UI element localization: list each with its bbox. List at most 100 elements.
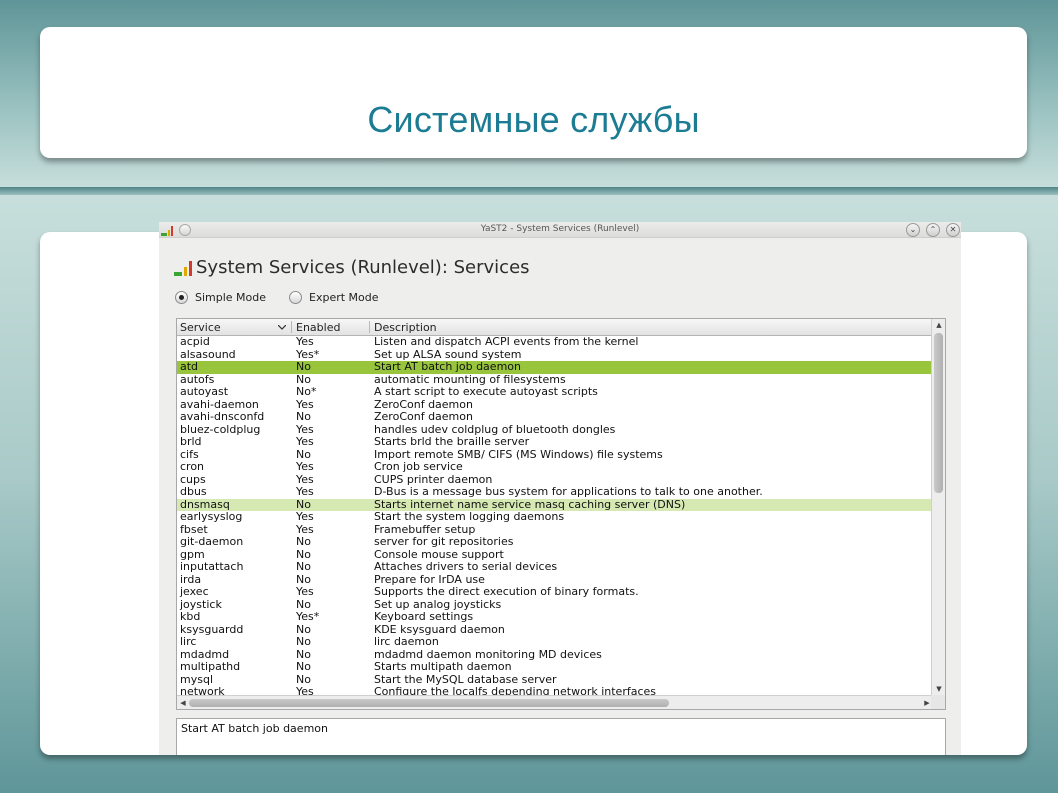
scroll-down-arrow-icon[interactable]: ▼ — [932, 683, 945, 695]
chevron-up-icon: ⌃ — [929, 225, 937, 234]
enabled-cell: Yes — [296, 336, 314, 348]
table-row[interactable]: multipathd No Starts multipath daemon — [177, 660, 933, 674]
description-cell: Configure the localfs depending network … — [374, 685, 657, 695]
dialog-heading: System Services (Runlevel): Services — [196, 257, 530, 278]
service-name-cell: multipathd — [180, 660, 241, 673]
table-row[interactable]: dbus Yes D-Bus is a message bus system for… — [177, 485, 933, 499]
enabled-cell: Yes* — [296, 610, 320, 623]
description-cell: ZeroConf daemon — [374, 410, 473, 423]
service-name-cell: avahi-dnsconfd — [180, 410, 265, 423]
column-header-enabled[interactable]: Enabled — [296, 321, 340, 334]
service-name-cell: kbd — [180, 610, 201, 623]
table-row[interactable]: network Yes Configure the localfs dependin… — [177, 685, 933, 695]
window-title: YaST2 - System Services (Runlevel) — [480, 224, 640, 234]
service-name-cell: network — [180, 685, 225, 695]
services-table[interactable]: Service Enabled Description acpid Yes List… — [176, 318, 946, 710]
service-name-cell: atd — [180, 360, 199, 373]
column-header-service[interactable]: Service — [180, 321, 221, 334]
yast-header-logo-icon — [174, 261, 192, 276]
table-row[interactable]: kbd Yes* Keyboard settings — [177, 610, 933, 624]
minimize-button[interactable]: ⌄ — [906, 223, 920, 237]
service-name-cell: git-daemon — [180, 535, 244, 548]
scroll-up-arrow-icon[interactable]: ▲ — [932, 319, 945, 331]
vertical-scrollbar[interactable]: ▲ ▼ — [931, 319, 945, 695]
enabled-cell: Yes — [296, 510, 314, 523]
table-row[interactable]: ksysguardd No KDE ksysguard daemon — [177, 623, 933, 637]
table-row[interactable]: brld Yes Starts brld the braille server — [177, 435, 933, 449]
description-cell: Listen and dispatch ACPI events from the… — [374, 336, 639, 348]
table-row[interactable]: alsasound Yes* Set up ALSA sound system — [177, 348, 933, 362]
description-cell: D-Bus is a message bus system for applic… — [374, 485, 763, 498]
service-name-cell: brld — [180, 435, 202, 448]
table-row[interactable]: jexec Yes Supports the direct execution of… — [177, 585, 933, 599]
slide-title-card: Системные службы — [40, 27, 1027, 158]
service-name-cell: cron — [180, 460, 205, 473]
description-cell: lirc daemon — [374, 635, 439, 648]
description-cell: Supports the direct execution of binary … — [374, 585, 639, 598]
service-name-cell: inputattach — [180, 560, 244, 573]
table-row[interactable]: cron Yes Cron job service — [177, 460, 933, 474]
scroll-left-arrow-icon[interactable]: ◀ — [177, 696, 189, 709]
radio-unchecked-icon — [289, 291, 302, 304]
table-header: Service Enabled Description — [177, 319, 933, 336]
horizontal-scroll-thumb[interactable] — [189, 699, 669, 707]
table-row[interactable]: acpid Yes Listen and dispatch ACPI events … — [177, 336, 933, 349]
table-row[interactable]: atd No Start AT batch job daemon — [177, 360, 933, 374]
yast-window: YaST2 - System Services (Runlevel) ⌄ ⌃ ✕… — [159, 222, 961, 755]
table-row[interactable]: inputattach No Attaches drivers to serial … — [177, 560, 933, 574]
description-cell: Start the system logging daemons — [374, 510, 565, 523]
expert-mode-radio[interactable]: Expert Mode — [289, 291, 379, 304]
slide-divider — [0, 187, 1058, 195]
enabled-cell: Yes — [296, 585, 314, 598]
service-description-text: Start AT batch job daemon — [181, 722, 328, 735]
maximize-button[interactable]: ⌃ — [926, 223, 940, 237]
table-row[interactable]: bluez-coldplug Yes handles udev coldplug o… — [177, 423, 933, 437]
service-name-cell: autoyast — [180, 385, 229, 398]
table-row[interactable]: cifs No Import remote SMB/ CIFS (MS Window… — [177, 448, 933, 462]
service-name-cell: earlysyslog — [180, 510, 243, 523]
close-icon: ✕ — [949, 225, 957, 234]
expert-mode-label: Expert Mode — [309, 291, 379, 304]
enabled-cell: Yes — [296, 460, 314, 473]
column-divider[interactable] — [369, 321, 370, 333]
description-cell: Cron job service — [374, 460, 463, 473]
table-row[interactable]: avahi-daemon Yes ZeroConf daemon — [177, 398, 933, 412]
chevron-down-icon: ⌄ — [909, 225, 917, 234]
radio-checked-icon — [175, 291, 188, 304]
enabled-cell: No — [296, 635, 311, 648]
enabled-cell: Yes — [296, 685, 314, 695]
table-row[interactable]: mdadmd No mdadmd daemon monitoring MD devi… — [177, 648, 933, 662]
simple-mode-radio[interactable]: Simple Mode — [175, 291, 266, 304]
table-row[interactable]: fbset Yes Framebuffer setup — [177, 523, 933, 537]
horizontal-scrollbar[interactable]: ◀ ▶ — [177, 695, 933, 709]
close-button[interactable]: ✕ — [946, 223, 960, 237]
service-name-cell: dbus — [180, 485, 207, 498]
enabled-cell: Yes — [296, 435, 314, 448]
sort-chevron-down-icon — [278, 325, 286, 330]
service-name-cell: lirc — [180, 635, 197, 648]
table-body: acpid Yes Listen and dispatch ACPI events … — [177, 336, 933, 695]
description-cell: A start script to execute autoyast scrip… — [374, 385, 598, 398]
description-cell: Starts multipath daemon — [374, 660, 512, 673]
enabled-cell: No* — [296, 385, 317, 398]
table-row[interactable]: git-daemon No server for git repositories — [177, 535, 933, 549]
enabled-cell: No — [296, 535, 311, 548]
vertical-scroll-thumb[interactable] — [934, 333, 943, 493]
table-row[interactable]: joystick No Set up analog joysticks — [177, 598, 933, 612]
simple-mode-label: Simple Mode — [195, 291, 267, 304]
column-divider[interactable] — [291, 321, 292, 333]
enabled-cell: No — [296, 560, 311, 573]
enabled-cell: Yes — [296, 485, 314, 498]
table-row[interactable]: earlysyslog Yes Start the system logging d… — [177, 510, 933, 524]
column-header-description[interactable]: Description — [374, 321, 437, 334]
table-row[interactable]: autoyast No* A start script to execute aut… — [177, 385, 933, 399]
table-row[interactable]: avahi-dnsconfd No ZeroConf daemon — [177, 410, 933, 424]
service-description-box: Start AT batch job daemon — [176, 718, 946, 755]
enabled-cell: No — [296, 660, 311, 673]
description-cell: Start AT batch job daemon — [374, 360, 521, 373]
description-cell: Starts brld the braille server — [374, 435, 530, 448]
scrollbar-corner — [931, 695, 945, 709]
service-name-cell: jexec — [180, 585, 209, 598]
enabled-cell: No — [296, 410, 311, 423]
table-row[interactable]: lirc No lirc daemon — [177, 635, 933, 649]
